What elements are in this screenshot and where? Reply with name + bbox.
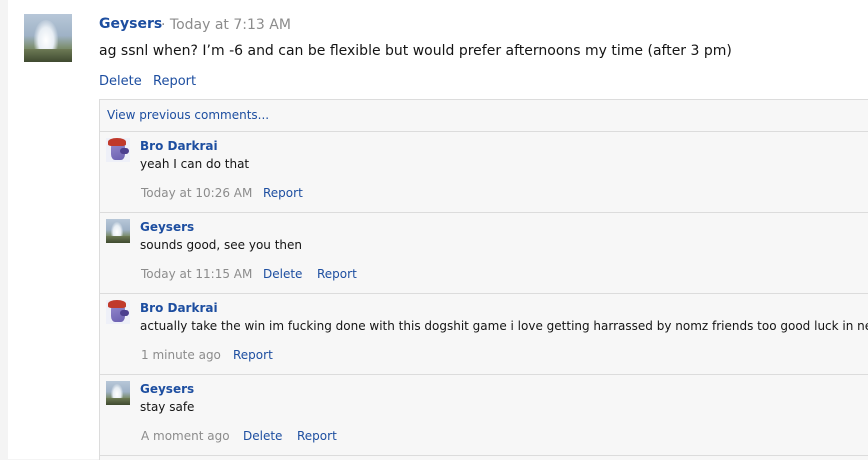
comment-report-link[interactable]: Report bbox=[297, 429, 337, 443]
comment-timestamp: Today at 11:15 AM bbox=[141, 267, 253, 281]
comment-divider bbox=[100, 455, 868, 456]
post-delete-link[interactable]: Delete bbox=[99, 74, 142, 89]
geyser-avatar[interactable] bbox=[106, 219, 130, 243]
view-previous-comments-link[interactable]: View previous comments... bbox=[107, 108, 269, 122]
message-card: Geysers · Today at 7:13 AM ag ssnl when?… bbox=[8, 0, 868, 460]
comment-author-link[interactable]: Bro Darkrai bbox=[140, 301, 218, 315]
comments-panel: View previous comments... Bro Darkrai ye… bbox=[99, 99, 868, 460]
comment-author-link[interactable]: Geysers bbox=[140, 220, 194, 234]
geyser-avatar[interactable] bbox=[106, 381, 130, 405]
comment-timestamp: 1 minute ago bbox=[141, 348, 221, 362]
post-author-link[interactable]: Geysers bbox=[99, 16, 162, 32]
comment-body: actually take the win im fucking done wi… bbox=[140, 319, 868, 333]
comment-divider bbox=[100, 293, 868, 294]
comment-report-link[interactable]: Report bbox=[233, 348, 273, 362]
post-body: ag ssnl when? I’m -6 and can be flexible… bbox=[99, 43, 732, 59]
comment-timestamp: A moment ago bbox=[141, 429, 230, 443]
comment-timestamp: Today at 10:26 AM bbox=[141, 186, 253, 200]
comment-author-link[interactable]: Geysers bbox=[140, 382, 194, 396]
comment-body: stay safe bbox=[140, 400, 195, 414]
comment-author-link[interactable]: Bro Darkrai bbox=[140, 139, 218, 153]
comment-divider bbox=[100, 374, 868, 375]
comment-delete-link[interactable]: Delete bbox=[243, 429, 282, 443]
comment-report-link[interactable]: Report bbox=[317, 267, 357, 281]
darkrai-avatar[interactable] bbox=[106, 300, 130, 324]
darkrai-avatar[interactable] bbox=[106, 138, 130, 162]
post-author-avatar[interactable] bbox=[24, 14, 72, 62]
comment-body: yeah I can do that bbox=[140, 157, 250, 171]
post-timestamp: · Today at 7:13 AM bbox=[161, 17, 291, 33]
comment-report-link[interactable]: Report bbox=[263, 186, 303, 200]
comment-divider bbox=[100, 212, 868, 213]
post-report-link[interactable]: Report bbox=[153, 74, 196, 89]
comment-body: sounds good, see you then bbox=[140, 238, 303, 252]
comment-divider bbox=[100, 131, 868, 132]
comment-delete-link[interactable]: Delete bbox=[263, 267, 302, 281]
